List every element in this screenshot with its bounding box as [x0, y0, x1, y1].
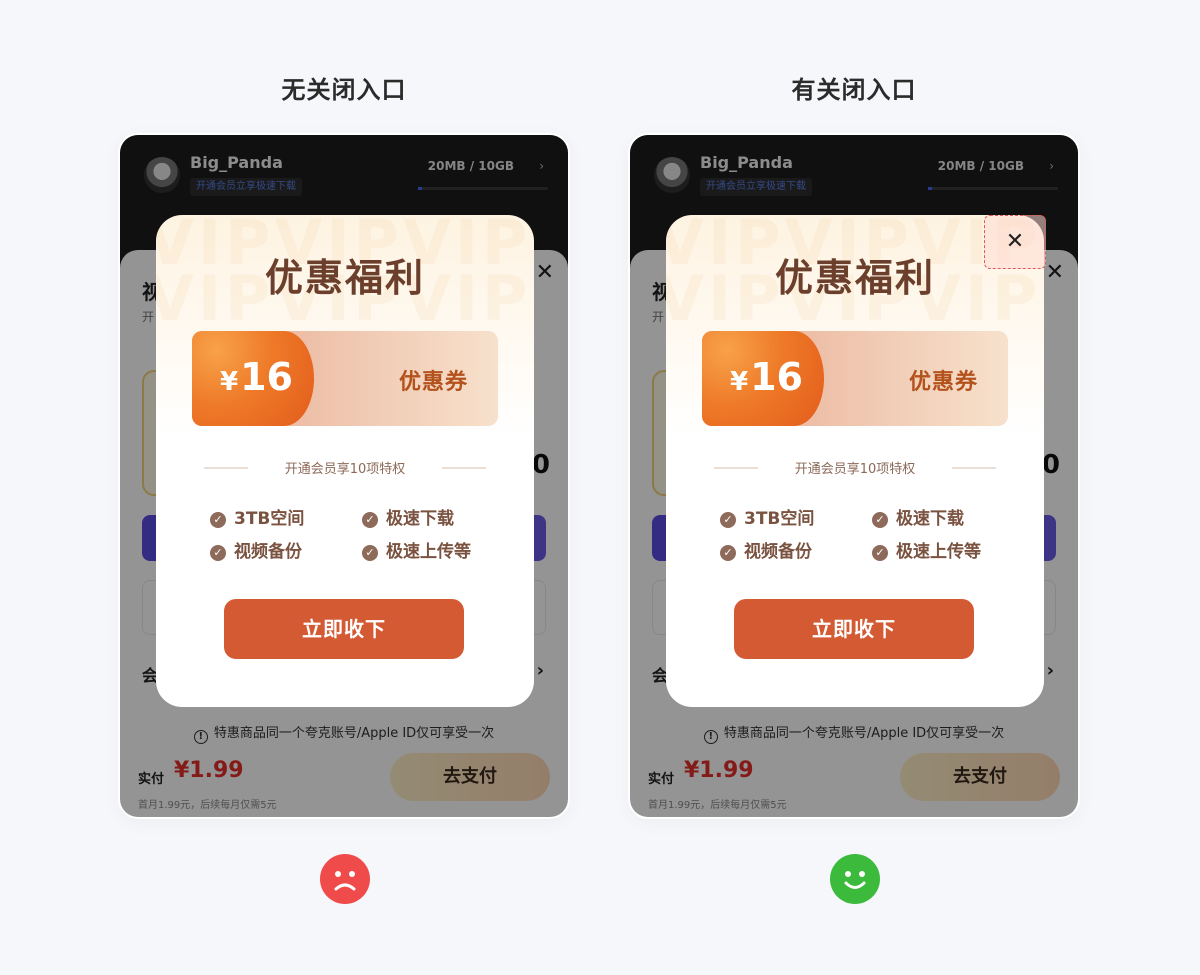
claim-button[interactable]: 立即收下 [734, 599, 974, 659]
sad-face-icon [320, 854, 370, 904]
right-column-title: 有关闭入口 [791, 76, 917, 104]
check-icon: ✓ [210, 512, 226, 528]
perk-item: ✓ 3TB空间 [210, 504, 304, 529]
claim-button[interactable]: 立即收下 [224, 599, 464, 659]
phone-with-close: Big_Panda 开通会员立享极速下载 20MB / 10GB › 视 开 ✕… [628, 133, 1080, 819]
divider [442, 467, 486, 469]
perk-item: ✓ 极速上传等 [362, 537, 471, 562]
coupon-label: 优惠券 [398, 370, 468, 395]
coupon-label: 优惠券 [908, 370, 978, 395]
smile-face-icon [830, 854, 880, 904]
close-icon: ✕ [1005, 229, 1025, 254]
divider [952, 467, 996, 469]
perk-item: ✓ 视频备份 [210, 537, 302, 562]
promo-modal: VIPVIPVIP VIPVIPVIP 优惠福利 ¥16 优惠券 开通会员享10项… [666, 215, 1044, 707]
phone-without-close: Big_Panda 开通会员立享极速下载 20MB / 10GB › 视 开 ✕… [118, 133, 570, 819]
coupon-amount: ¥16 [220, 355, 293, 399]
coupon-amount: ¥16 [730, 355, 803, 399]
perk-item: ✓ 极速上传等 [872, 537, 981, 562]
perk-item: ✓ 极速下载 [872, 504, 964, 529]
check-icon: ✓ [720, 512, 736, 528]
coupon-card: ¥16 优惠券 [702, 331, 1008, 426]
perk-item: ✓ 3TB空间 [720, 504, 814, 529]
check-icon: ✓ [362, 545, 378, 561]
promo-modal: VIPVIPVIP VIPVIPVIP 优惠福利 ¥16 优惠券 开通会员享10项… [156, 215, 534, 707]
check-icon: ✓ [872, 512, 888, 528]
check-icon: ✓ [872, 545, 888, 561]
modal-title: 优惠福利 [264, 256, 425, 300]
coupon-card: ¥16 优惠券 [192, 331, 498, 426]
check-icon: ✓ [720, 545, 736, 561]
modal-close-button[interactable]: ✕ [984, 215, 1046, 269]
check-icon: ✓ [362, 512, 378, 528]
check-icon: ✓ [210, 545, 226, 561]
left-column-title: 无关闭入口 [281, 76, 407, 104]
perk-item: ✓ 极速下载 [362, 504, 454, 529]
perk-item: ✓ 视频备份 [720, 537, 812, 562]
